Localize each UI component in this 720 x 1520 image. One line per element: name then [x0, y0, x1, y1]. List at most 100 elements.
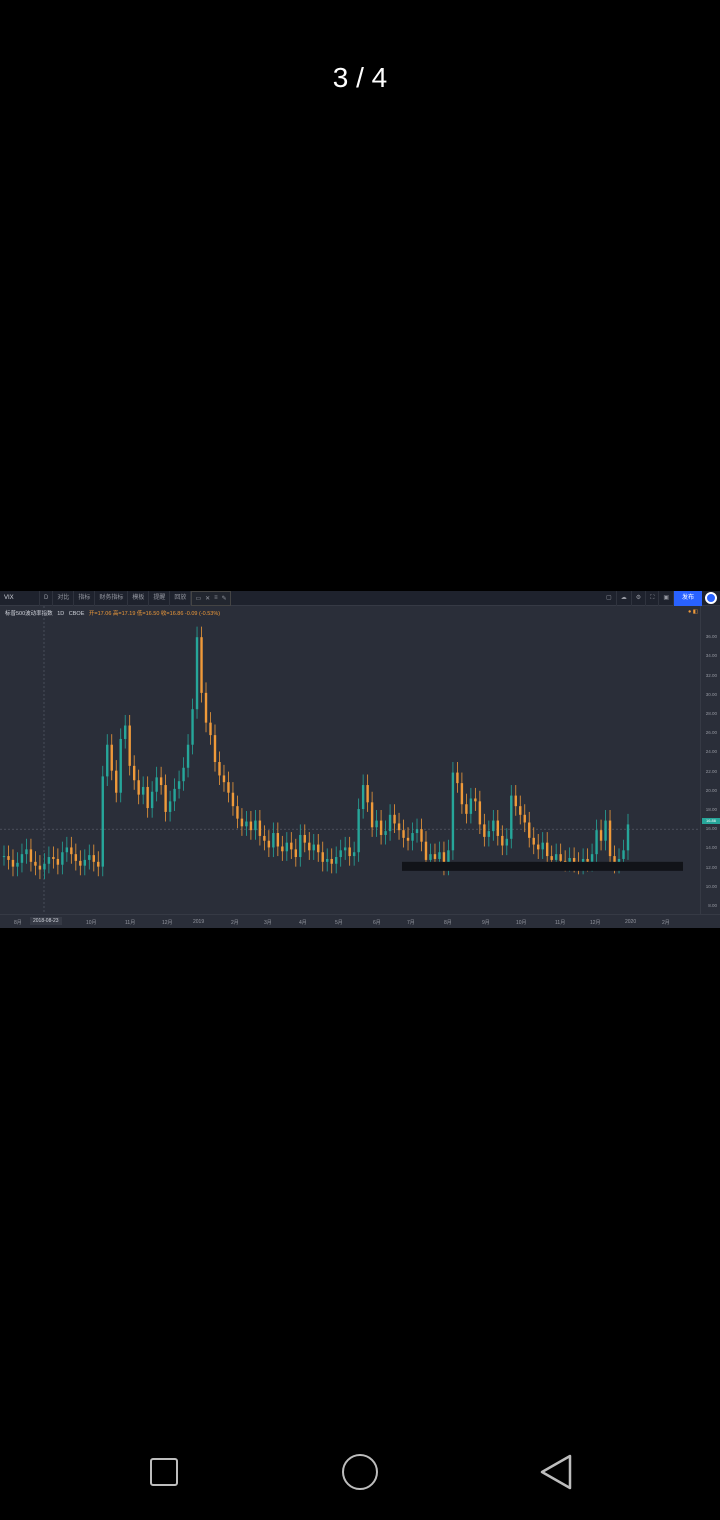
candle — [460, 772, 464, 814]
financials-button[interactable]: 财务指标 — [95, 591, 129, 606]
candle — [465, 793, 468, 824]
candle — [294, 838, 297, 867]
candle — [240, 808, 244, 836]
replay-button[interactable]: 回放 — [170, 591, 192, 606]
snapshot-icon[interactable]: ▣ — [659, 591, 674, 606]
circle-icon — [342, 1454, 378, 1490]
candle — [11, 849, 15, 877]
candle — [478, 790, 482, 834]
candle — [209, 712, 212, 745]
candle — [285, 832, 289, 861]
candle — [343, 836, 347, 860]
candle — [159, 766, 163, 795]
account-icon[interactable] — [705, 592, 717, 604]
time-tick-label: 2月 — [231, 920, 239, 926]
candle — [348, 836, 351, 866]
time-tick-label: 5月 — [335, 920, 343, 926]
save-layout-icon[interactable]: ☁ — [617, 591, 632, 606]
publish-button[interactable]: 发布 — [673, 591, 702, 606]
candle — [245, 810, 248, 836]
rectangle-tool-icon[interactable]: ▭ — [195, 595, 201, 602]
time-tick-label: 8月 — [14, 920, 22, 926]
time-tick-label: 2020 — [625, 919, 637, 925]
candle — [141, 776, 145, 805]
templates-button[interactable]: 模板 — [128, 591, 150, 606]
candle — [52, 846, 55, 869]
interval-selector[interactable]: D — [40, 591, 54, 606]
home-button[interactable] — [340, 1452, 380, 1492]
candle — [155, 766, 158, 802]
candle — [191, 698, 194, 755]
candle — [88, 844, 91, 870]
trend-tool-icon[interactable]: ≡ — [214, 595, 218, 601]
time-tick-label: 3月 — [264, 920, 272, 926]
candle — [110, 734, 113, 781]
price-tick-label: 18.00 — [705, 807, 717, 812]
candle — [357, 798, 360, 862]
candle — [299, 824, 302, 867]
brush-tool-icon[interactable]: ✎ — [222, 595, 227, 602]
candle — [626, 813, 630, 860]
candle — [106, 734, 109, 786]
candle — [227, 771, 230, 803]
candle — [272, 822, 275, 858]
candle — [604, 810, 607, 851]
candle — [519, 795, 522, 825]
candle — [361, 774, 365, 819]
time-axis[interactable]: 2018-08-23 8月 10月 11月 12月 2019 2月 3月 4月 5月 6月 7月 8月… — [0, 914, 720, 928]
price-tick-label: 32.00 — [705, 672, 717, 678]
candle — [415, 818, 419, 843]
time-tick-label: 2月 — [662, 920, 670, 926]
drawing-tools[interactable]: ▭ ✕ ≡ ✎ — [191, 591, 231, 606]
crosshair-tool-icon[interactable]: ✕ — [205, 595, 210, 602]
candle — [186, 734, 190, 778]
candle — [101, 765, 104, 877]
candle — [128, 714, 131, 776]
alert-button[interactable]: 提醒 — [149, 591, 171, 606]
indicators-button[interactable]: 指标 — [74, 591, 96, 606]
candle — [258, 810, 262, 846]
time-tick-label: 12月 — [162, 920, 173, 926]
selection-band — [402, 861, 683, 871]
price-tick-label: 8.00 — [708, 903, 717, 908]
candle — [2, 845, 6, 866]
settings-icon[interactable]: ⚙ — [632, 591, 647, 606]
candle — [231, 782, 235, 816]
candle — [406, 827, 410, 851]
time-tick-label: 11月 — [125, 920, 136, 926]
candle — [541, 832, 544, 859]
fullscreen-icon[interactable]: ⛶ — [646, 591, 660, 606]
candle — [474, 787, 477, 811]
candle — [195, 626, 199, 719]
candle — [379, 810, 383, 845]
candle — [451, 762, 455, 860]
back-button[interactable] — [537, 1452, 577, 1492]
chart-screenshot: VIX D 对比 指标 财务指标 模板 提醒 回放 ▭ ✕ ≡ ✎ ▢ ☁ ⚙ … — [0, 591, 720, 928]
price-tick-label: 34.00 — [705, 653, 717, 659]
recent-apps-button[interactable] — [144, 1452, 184, 1492]
time-tick-label: 9月 — [482, 920, 490, 926]
candle — [177, 770, 181, 799]
layout-icon[interactable]: ▢ — [602, 591, 617, 606]
candle — [43, 853, 46, 880]
price-plot[interactable] — [0, 606, 700, 914]
compare-button[interactable]: 对比 — [53, 591, 75, 606]
candle — [222, 764, 226, 792]
symbol-search[interactable]: VIX — [0, 591, 40, 606]
candle — [388, 804, 392, 841]
price-tick-label: 10.00 — [705, 883, 717, 889]
triangle-back-icon — [540, 1454, 572, 1490]
candle — [20, 843, 24, 873]
candle — [115, 760, 118, 803]
candle — [487, 820, 491, 847]
candle — [303, 824, 306, 853]
candle — [92, 844, 95, 872]
candle — [218, 751, 221, 786]
candle — [492, 810, 495, 841]
price-axis[interactable]: 36.00 34.00 32.00 30.00 28.00 26.00 24.00 22.00… — [700, 606, 720, 914]
time-tick-label: 6月 — [373, 920, 381, 926]
candle — [335, 846, 338, 874]
candle — [312, 834, 315, 860]
candle — [146, 776, 149, 818]
candle — [83, 849, 87, 876]
